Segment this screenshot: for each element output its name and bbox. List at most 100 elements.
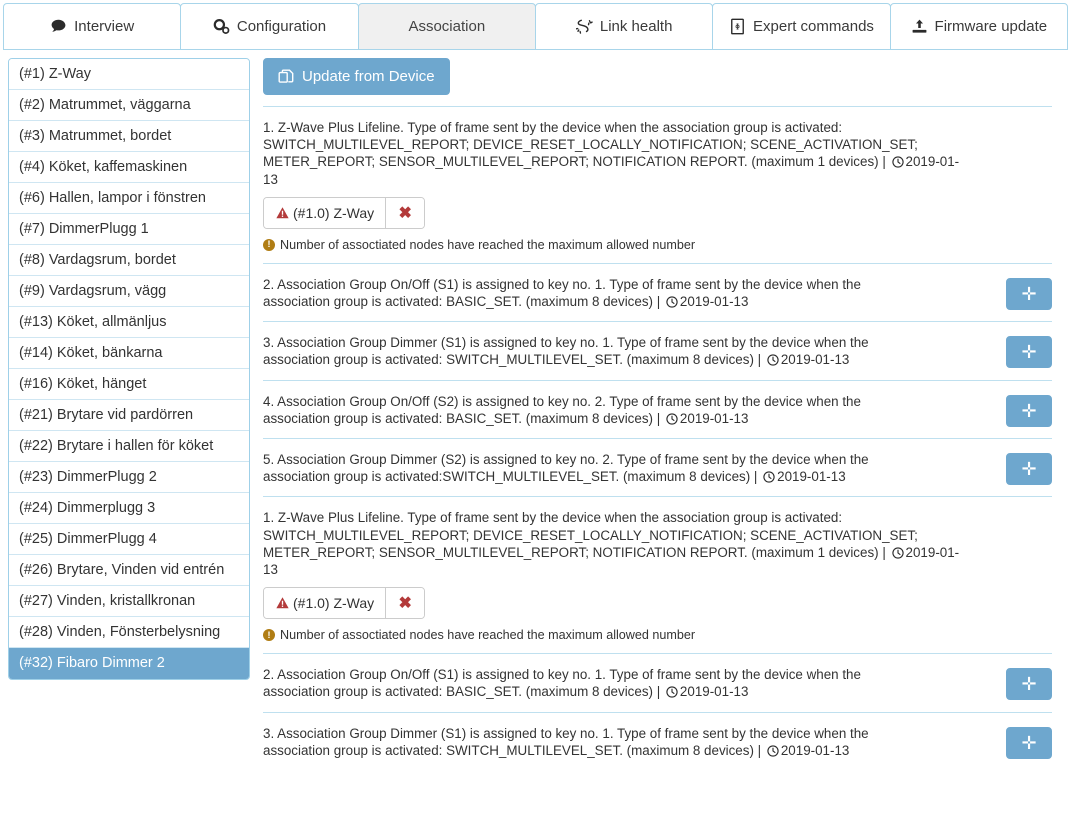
sidebar-item-label: (#25) DimmerPlugg 4 <box>19 531 157 547</box>
association-group-body: 2. Association Group On/Off (S1) is assi… <box>263 276 996 310</box>
sidebar-item-label: (#21) Brytare vid pardörren <box>19 407 193 423</box>
association-group-description: 4. Association Group On/Off (S2) is assi… <box>263 393 883 427</box>
association-group-description: 5. Association Group Dimmer (S2) is assi… <box>263 451 883 485</box>
association-group-body: 2. Association Group On/Off (S1) is assi… <box>263 666 996 700</box>
association-group-description: 2. Association Group On/Off (S1) is assi… <box>263 666 883 700</box>
tab-configuration[interactable]: Configuration <box>180 3 358 50</box>
association-group-date: 2019-01-13 <box>781 352 850 367</box>
add-association-button[interactable]: ✛ <box>1006 336 1052 368</box>
associated-node-button[interactable]: (#1.0) Z-Way <box>264 198 386 228</box>
sidebar-item[interactable]: (#26) Brytare, Vinden vid entrén <box>9 555 249 586</box>
sidebar-item[interactable]: (#16) Köket, hänget <box>9 369 249 400</box>
sidebar-item[interactable]: (#4) Köket, kaffemaskinen <box>9 152 249 183</box>
association-group-description: 1. Z-Wave Plus Lifeline. Type of frame s… <box>263 509 963 578</box>
device-list-sidebar: (#1) Z-Way(#2) Matrummet, väggarna (#3) M… <box>8 58 250 680</box>
sidebar-item-label: (#8) Vardagsrum, bordet <box>19 252 176 268</box>
association-group-body: 3. Association Group Dimmer (S1) is assi… <box>263 334 996 368</box>
sidebar-item[interactable]: (#3) Matrummet, bordet <box>9 121 249 152</box>
association-group-text: 4. Association Group On/Off (S2) is assi… <box>263 394 861 426</box>
sidebar-item[interactable]: (#27) Vinden, kristallkronan <box>9 586 249 617</box>
associated-node-row: (#1.0) Z-Way✖ <box>263 587 1052 619</box>
sidebar-item[interactable]: (#32) Fibaro Dimmer 2 <box>9 648 249 679</box>
tab-interview[interactable]: Interview <box>3 3 181 50</box>
sidebar-item[interactable]: (#24) Dimmerplugg 3 <box>9 493 249 524</box>
association-group: 4. Association Group On/Off (S2) is assi… <box>263 380 1052 438</box>
association-group-text: 1. Z-Wave Plus Lifeline. Type of frame s… <box>263 120 918 169</box>
association-group-date: 2019-01-13 <box>781 743 850 758</box>
add-association-button[interactable]: ✛ <box>1006 453 1052 485</box>
associated-node-button[interactable]: (#1.0) Z-Way <box>264 588 386 618</box>
sidebar-item[interactable]: (#25) DimmerPlugg 4 <box>9 524 249 555</box>
sidebar-item[interactable]: (#7) DimmerPlugg 1 <box>9 214 249 245</box>
association-group-text: 1. Z-Wave Plus Lifeline. Type of frame s… <box>263 510 918 559</box>
sidebar-item[interactable]: (#21) Brytare vid pardörren <box>9 400 249 431</box>
warning-triangle-icon <box>275 596 290 610</box>
tab-association[interactable]: Association <box>358 3 536 50</box>
associated-node-group: (#1.0) Z-Way✖ <box>263 587 425 619</box>
tab-label: Association <box>408 18 485 35</box>
tab-expert-commands[interactable]: ΦExpert commands <box>712 3 890 50</box>
info-icon: ! <box>263 629 275 641</box>
upload-icon <box>911 18 928 35</box>
sidebar-item-label: (#23) DimmerPlugg 2 <box>19 469 157 485</box>
sidebar-item-label: (#26) Brytare, Vinden vid entrén <box>19 562 224 578</box>
sidebar-item-label: (#6) Hallen, lampor i fönstren <box>19 190 206 206</box>
update-from-device-button[interactable]: Update from Device <box>263 58 450 95</box>
association-group: 3. Association Group Dimmer (S1) is assi… <box>263 321 1052 379</box>
sidebar-item[interactable]: (#28) Vinden, Fönsterbelysning <box>9 617 249 648</box>
add-association-button[interactable]: ✛ <box>1006 727 1052 759</box>
tab-firmware-update[interactable]: Firmware update <box>890 3 1068 50</box>
association-group: 3. Association Group Dimmer (S1) is assi… <box>263 712 1052 770</box>
tab-link-health[interactable]: Link health <box>535 3 713 50</box>
sidebar-item-label: (#22) Brytare i hallen för köket <box>19 438 213 454</box>
sidebar-item-label: (#27) Vinden, kristallkronan <box>19 593 195 609</box>
signal-spinner-icon <box>576 18 593 35</box>
sidebar-item[interactable]: (#22) Brytare i hallen för köket <box>9 431 249 462</box>
association-group: 2. Association Group On/Off (S1) is assi… <box>263 653 1052 711</box>
association-group: 2. Association Group On/Off (S1) is assi… <box>263 263 1052 321</box>
tab-bar: InterviewConfiguration Association Link he… <box>0 0 1070 50</box>
add-association-button[interactable]: ✛ <box>1006 395 1052 427</box>
comment-icon <box>50 18 67 35</box>
associated-node-group: (#1.0) Z-Way✖ <box>263 197 425 229</box>
sidebar-item-label: (#9) Vardagsrum, vägg <box>19 283 166 299</box>
sidebar-item-label: (#28) Vinden, Fönsterbelysning <box>19 624 220 640</box>
gears-icon <box>213 18 230 35</box>
sidebar-item-label: (#14) Köket, bänkarna <box>19 345 162 361</box>
sidebar-item-label: (#16) Köket, hänget <box>19 376 146 392</box>
association-group-list: 1. Z-Wave Plus Lifeline. Type of frame s… <box>263 106 1052 770</box>
association-group: 5. Association Group Dimmer (S2) is assi… <box>263 438 1052 496</box>
sidebar-item[interactable]: (#8) Vardagsrum, bordet <box>9 245 249 276</box>
association-group: 1. Z-Wave Plus Lifeline. Type of frame s… <box>263 106 1052 263</box>
association-group-date: 2019-01-13 <box>777 469 846 484</box>
sidebar-item-label: (#3) Matrummet, bordet <box>19 128 171 144</box>
sidebar-item[interactable]: (#14) Köket, bänkarna <box>9 338 249 369</box>
association-group: 1. Z-Wave Plus Lifeline. Type of frame s… <box>263 496 1052 653</box>
sidebar-item-label: (#13) Köket, allmänljus <box>19 314 167 330</box>
association-note: ! Number of assoctiated nodes have reache… <box>263 238 1052 252</box>
association-group-text: 2. Association Group On/Off (S1) is assi… <box>263 277 861 309</box>
associated-node-row: (#1.0) Z-Way✖ <box>263 197 1052 229</box>
sidebar-item[interactable]: (#2) Matrummet, väggarna <box>9 90 249 121</box>
association-group-body: 5. Association Group Dimmer (S2) is assi… <box>263 451 996 485</box>
tab-label: Link health <box>600 18 673 35</box>
association-group-body: 1. Z-Wave Plus Lifeline. Type of frame s… <box>263 119 1052 252</box>
info-icon: ! <box>263 239 275 251</box>
sidebar-item-label: (#24) Dimmerplugg 3 <box>19 500 155 516</box>
sidebar-item[interactable]: (#6) Hallen, lampor i fönstren <box>9 183 249 214</box>
sidebar-item[interactable]: (#1) Z-Way <box>9 59 249 90</box>
add-association-button[interactable]: ✛ <box>1006 278 1052 310</box>
association-group-description: 1. Z-Wave Plus Lifeline. Type of frame s… <box>263 119 963 188</box>
remove-association-button[interactable]: ✖ <box>386 198 424 228</box>
sidebar-item[interactable]: (#23) DimmerPlugg 2 <box>9 462 249 493</box>
remove-association-button[interactable]: ✖ <box>386 588 424 618</box>
association-note-text: Number of assoctiated nodes have reached… <box>280 628 695 642</box>
association-group-body: 1. Z-Wave Plus Lifeline. Type of frame s… <box>263 509 1052 642</box>
sidebar-item[interactable]: (#9) Vardagsrum, vägg <box>9 276 249 307</box>
warning-triangle-icon <box>275 206 290 220</box>
association-note-text: Number of assoctiated nodes have reached… <box>280 238 695 252</box>
tab-label: Expert commands <box>753 18 874 35</box>
sidebar-item[interactable]: (#13) Köket, allmänljus <box>9 307 249 338</box>
association-group-description: 3. Association Group Dimmer (S1) is assi… <box>263 725 883 759</box>
add-association-button[interactable]: ✛ <box>1006 668 1052 700</box>
